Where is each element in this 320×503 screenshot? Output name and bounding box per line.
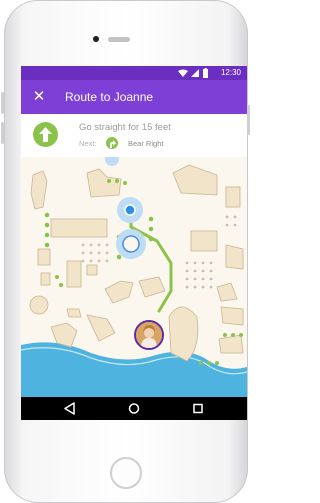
power-button xyxy=(247,105,250,135)
app-screen: 12:30 ✕ Route to Joanne Go straight for … xyxy=(21,66,247,420)
volume-up-button xyxy=(1,92,4,114)
home-icon[interactable] xyxy=(119,397,149,420)
android-nav-bar xyxy=(21,397,247,420)
status-time: 12:30 xyxy=(220,68,241,77)
current-location-dot xyxy=(124,204,136,216)
earpiece-speaker xyxy=(108,37,130,42)
app-bar: ✕ Route to Joanne xyxy=(21,80,247,114)
wifi-icon xyxy=(178,69,188,77)
next-step-label: Next: xyxy=(79,139,97,148)
battery-icon xyxy=(203,68,208,78)
arrow-up-icon xyxy=(33,122,58,147)
recents-icon[interactable] xyxy=(183,397,213,420)
next-step-text: Bear Right xyxy=(128,139,164,148)
bear-right-icon xyxy=(106,137,118,149)
status-bar: 12:30 xyxy=(21,66,247,80)
front-camera xyxy=(93,36,99,42)
signal-icon xyxy=(191,69,199,77)
map-view[interactable] xyxy=(21,157,247,397)
directions-card: Go straight for 15 feet Next: Bear Right xyxy=(21,114,247,157)
direction-instruction: Go straight for 15 feet xyxy=(79,122,171,133)
avatar[interactable] xyxy=(134,320,164,350)
phone-home-button xyxy=(110,457,142,489)
volume-down-button xyxy=(1,122,4,144)
page-title: Route to Joanne xyxy=(65,90,154,104)
close-icon[interactable]: ✕ xyxy=(30,87,48,107)
back-icon[interactable] xyxy=(55,397,85,420)
